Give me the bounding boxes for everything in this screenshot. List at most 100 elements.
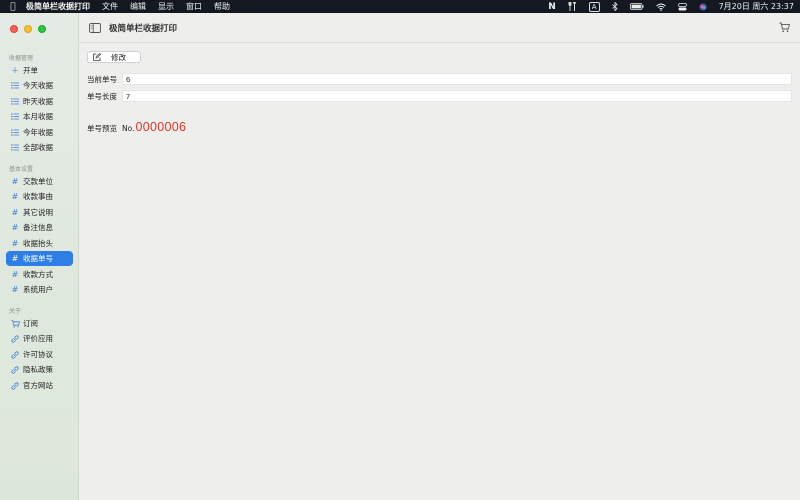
number-length-field[interactable]: 7 <box>122 90 792 102</box>
zoom-window-button[interactable] <box>38 25 46 33</box>
section-title-about: 关于 <box>9 308 22 315</box>
link-icon <box>10 350 20 359</box>
window-controls <box>10 25 46 33</box>
bluetooth-icon[interactable] <box>611 2 618 11</box>
sidebar-item-license[interactable]: 许可协议 <box>6 347 73 362</box>
hash-icon: # <box>11 285 19 294</box>
sidebar-item-new-receipt[interactable]: ＋ 开单 <box>6 63 73 78</box>
menu-view[interactable]: 显示 <box>158 1 174 12</box>
sidebar-item-label: 开单 <box>23 66 38 75</box>
app-window: 收据管理 ＋ 开单 今天收据 昨天收据 本月收据 今年收据 全部收据 基本设置 … <box>0 13 800 500</box>
menu-help[interactable]: 帮助 <box>214 1 230 12</box>
sidebar-item-receipt-header[interactable]: # 收据抬头 <box>6 236 73 251</box>
link-icon <box>10 381 20 390</box>
minimize-window-button[interactable] <box>24 25 32 33</box>
status-area: N A 7月20日 周六 23:37 <box>542 1 794 12</box>
edit-button-label: 修改 <box>111 52 126 62</box>
close-window-button[interactable] <box>10 25 18 33</box>
sidebar-item-label: 今天收据 <box>23 81 53 90</box>
plus-icon: ＋ <box>11 66 19 75</box>
sidebar-item-label: 全部收据 <box>23 143 53 152</box>
edit-button[interactable]: 修改 <box>87 51 141 63</box>
number-length-label: 单号长度 <box>87 91 117 101</box>
menu-edit[interactable]: 编辑 <box>130 1 146 12</box>
section-title-receipt-management: 收据管理 <box>9 55 34 62</box>
edit-icon <box>93 53 101 61</box>
sidebar-item-label: 隐私政策 <box>23 365 53 374</box>
sidebar-item-label: 许可协议 <box>23 350 53 359</box>
sidebar-item-payment-reason[interactable]: # 收款事由 <box>6 189 73 204</box>
menu-window[interactable]: 窗口 <box>186 1 202 12</box>
link-icon <box>10 334 20 343</box>
sidebar-item-label: 收款事由 <box>23 192 53 201</box>
number-preview-row: 单号预览 No. 0000006 <box>87 120 186 134</box>
current-number-label: 当前单号 <box>87 74 117 84</box>
sidebar-item-year-receipts[interactable]: 今年收据 <box>6 125 73 140</box>
sidebar-item-label: 系统用户 <box>23 285 53 294</box>
hash-icon: # <box>11 239 19 248</box>
cart-icon[interactable] <box>779 22 790 33</box>
sidebar-item-all-receipts[interactable]: 全部收据 <box>6 140 73 155</box>
number-preview-prefix: No. <box>122 124 135 133</box>
sidebar-item-website[interactable]: 官方网站 <box>6 378 73 393</box>
sidebar-item-subscribe[interactable]: 订阅 <box>6 316 73 331</box>
sidebar: 收据管理 ＋ 开单 今天收据 昨天收据 本月收据 今年收据 全部收据 基本设置 … <box>0 13 79 500</box>
battery-icon[interactable] <box>629 3 644 10</box>
sidebar-item-label: 评价应用 <box>23 334 53 343</box>
hash-icon: # <box>11 223 19 232</box>
section-title-basic-settings: 基本设置 <box>9 166 34 173</box>
menu-bar:  极简单栏收据打印 文件 编辑 显示 窗口 帮助 N A 7月20日 周六 2… <box>0 0 800 13</box>
sidebar-item-label: 交款单位 <box>23 177 53 186</box>
number-length-row: 单号长度 7 <box>87 90 792 102</box>
window-title: 极简单栏收据打印 <box>109 23 178 34</box>
hash-icon: # <box>11 254 19 263</box>
toolbar: 极简单栏收据打印 <box>79 13 800 43</box>
number-preview-label: 单号预览 <box>87 124 117 133</box>
n-app-icon[interactable]: N <box>548 2 556 12</box>
sidebar-item-label: 订阅 <box>23 319 38 328</box>
sidebar-item-label: 收据抬头 <box>23 239 53 248</box>
tools-icon[interactable] <box>568 2 577 11</box>
hash-icon: # <box>11 192 19 201</box>
sidebar-item-remarks[interactable]: # 备注信息 <box>6 220 73 235</box>
apple-icon[interactable]:  <box>6 2 20 12</box>
sidebar-item-label: 收款方式 <box>23 270 53 279</box>
list-icon <box>10 129 20 136</box>
number-preview-value: 0000006 <box>135 120 187 134</box>
sidebar-toggle-icon[interactable] <box>89 22 101 33</box>
sidebar-item-payment-method[interactable]: # 收款方式 <box>6 267 73 282</box>
menubar-clock[interactable]: 7月20日 周六 23:37 <box>719 1 794 12</box>
hash-icon: # <box>11 270 19 279</box>
sidebar-item-label: 本月收据 <box>23 112 53 121</box>
sidebar-item-yesterday-receipts[interactable]: 昨天收据 <box>6 94 73 109</box>
sidebar-item-label: 其它说明 <box>23 208 53 217</box>
sidebar-item-system-users[interactable]: # 系统用户 <box>6 282 73 297</box>
list-icon <box>10 113 20 120</box>
input-method-indicator[interactable]: A <box>588 1 600 12</box>
control-center-icon[interactable] <box>677 2 687 11</box>
sidebar-item-other-notes[interactable]: # 其它说明 <box>6 205 73 220</box>
list-icon <box>10 98 20 105</box>
sidebar-item-label: 收据单号 <box>23 254 53 263</box>
sidebar-item-label: 昨天收据 <box>23 97 53 106</box>
hash-icon: # <box>11 208 19 217</box>
sidebar-item-label: 今年收据 <box>23 128 53 137</box>
wifi-icon[interactable] <box>655 3 666 11</box>
menu-app-name[interactable]: 极简单栏收据打印 <box>26 1 90 12</box>
main-content: 极简单栏收据打印 修改 当前单号 6 单号长度 7 单号预览 No. 00000… <box>79 13 800 500</box>
link-icon <box>10 365 20 374</box>
menu-file[interactable]: 文件 <box>102 1 118 12</box>
current-number-row: 当前单号 6 <box>87 73 792 85</box>
sidebar-item-month-receipts[interactable]: 本月收据 <box>6 109 73 124</box>
sidebar-item-privacy[interactable]: 隐私政策 <box>6 362 73 377</box>
sidebar-item-label: 备注信息 <box>23 223 53 232</box>
sidebar-item-payer[interactable]: # 交款单位 <box>6 174 73 189</box>
sidebar-item-label: 官方网站 <box>23 381 53 390</box>
sidebar-item-rate-app[interactable]: 评价应用 <box>6 331 73 346</box>
hash-icon: # <box>11 177 19 186</box>
cart-icon <box>10 319 20 328</box>
sidebar-item-today-receipts[interactable]: 今天收据 <box>6 78 73 93</box>
siri-icon[interactable] <box>698 2 707 11</box>
current-number-field[interactable]: 6 <box>122 73 792 85</box>
sidebar-item-receipt-number[interactable]: # 收据单号 <box>6 251 73 266</box>
